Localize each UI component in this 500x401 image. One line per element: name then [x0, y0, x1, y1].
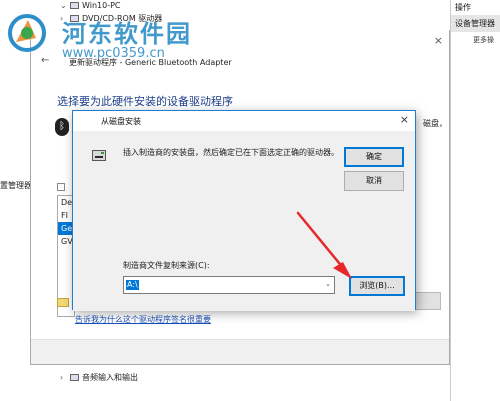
install-from-disk-dialog: 从磁盘安装 × 插入制造商的安装盘，然后确定已在下面选定正确的驱动器。 确定 取…: [72, 110, 416, 311]
dialog-body: 插入制造商的安装盘，然后确定已在下面选定正确的驱动器。 确定 取消 制造商文件复…: [73, 131, 415, 311]
close-icon[interactable]: ×: [400, 114, 409, 126]
watermark-logo-icon: [8, 14, 46, 52]
watermark-url: www.pc0359.cn: [62, 46, 165, 61]
bluetooth-icon: ᛒ: [55, 118, 69, 136]
disk-drive-slot: [95, 156, 103, 158]
certificate-icon: [57, 298, 69, 307]
driver-signing-link[interactable]: 告诉我为什么这个驱动程序签名很重要: [75, 314, 211, 325]
watermark-title: 河东软件园: [62, 19, 192, 48]
dialog-message: 插入制造商的安装盘，然后确定已在下面选定正确的驱动器。: [123, 148, 339, 157]
actions-pane: 操作 设备管理器 更多操: [450, 0, 500, 401]
computer-icon: [70, 2, 79, 9]
copy-from-combobox[interactable]: A:\ ⌄: [123, 276, 335, 294]
dialog-titlebar[interactable]: 从磁盘安装 ×: [73, 111, 415, 131]
copy-from-label: 制造商文件复制来源(C):: [123, 261, 210, 270]
wizard-footer: [31, 339, 449, 364]
browse-button[interactable]: 浏览(B)...: [349, 276, 405, 296]
tree-item-audio[interactable]: › 音频输入和输出: [60, 372, 138, 383]
disk-drive-led: [101, 152, 104, 154]
wizard-disk-text: 磁盘，: [423, 119, 447, 128]
compatible-hardware-checkbox[interactable]: [57, 183, 65, 191]
ok-button[interactable]: 确定: [344, 147, 404, 167]
left-pane-label: 置管理器: [0, 181, 32, 190]
actions-header: 操作: [455, 3, 471, 12]
copy-from-value[interactable]: A:\: [126, 280, 139, 290]
actions-more[interactable]: 更多操: [451, 32, 500, 45]
dialog-title: 从磁盘安装: [101, 117, 141, 126]
wizard-heading: 选择要为此硬件安装的设备驱动程序: [57, 95, 233, 108]
chevron-down-icon[interactable]: ⌄: [325, 280, 331, 288]
actions-item-device-manager[interactable]: 设备管理器: [451, 15, 500, 32]
cancel-button[interactable]: 取消: [344, 171, 404, 191]
disk-drive-icon: [92, 147, 108, 163]
chevron-down-icon[interactable]: ⌄: [60, 1, 68, 10]
chevron-right-icon[interactable]: ›: [60, 373, 68, 382]
back-arrow-icon[interactable]: ←: [41, 55, 49, 66]
close-icon[interactable]: ×: [434, 34, 443, 47]
tree-item-computer[interactable]: ⌄ Win10-PC: [60, 1, 121, 10]
speaker-icon: [70, 374, 79, 381]
